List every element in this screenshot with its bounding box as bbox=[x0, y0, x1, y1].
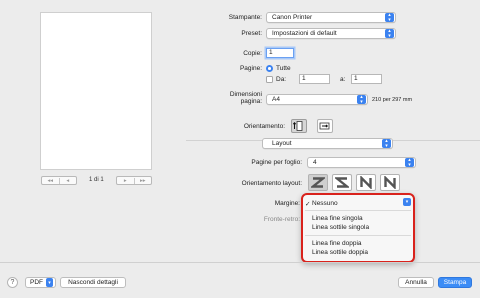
checkmark-icon: ✓ bbox=[305, 201, 311, 208]
layout-z-icon bbox=[311, 177, 325, 188]
pages-per-sheet-popup[interactable]: 4 ▴ ▾ bbox=[307, 157, 416, 168]
layout-direction-label: Orientamento layout: bbox=[241, 180, 302, 187]
border-option-label: Nessuno bbox=[312, 200, 338, 207]
paper-size-label: Dimensioni pagina: bbox=[200, 91, 262, 105]
print-button[interactable]: Stampa bbox=[438, 277, 472, 288]
section-value: Layout bbox=[272, 140, 292, 147]
pages-to-field[interactable]: 1 bbox=[351, 74, 382, 84]
paper-size-value: A4 bbox=[272, 96, 280, 103]
paper-dimensions: 210 per 297 mm bbox=[372, 97, 413, 103]
pages-range-radio[interactable] bbox=[266, 76, 273, 83]
menu-separator bbox=[305, 235, 411, 236]
preset-value: Impostazioni di default bbox=[272, 30, 337, 37]
pages-per-sheet-label: Pagine per foglio: bbox=[251, 159, 302, 166]
layout-s-button[interactable] bbox=[332, 174, 352, 191]
first-page-button[interactable]: ◂◂ bbox=[42, 178, 59, 184]
popup-arrows-icon: ▴ ▾ bbox=[385, 29, 394, 38]
menu-separator bbox=[305, 210, 411, 211]
paper-size-label-line1: Dimensioni bbox=[229, 91, 262, 98]
border-option-single-thin[interactable]: Linea sottile singola bbox=[312, 224, 369, 231]
pages-from-label: Da: bbox=[276, 76, 287, 83]
layout-n-reverse-button[interactable] bbox=[356, 174, 376, 191]
border-label: Margine: bbox=[274, 200, 300, 207]
orientation-portrait-button[interactable] bbox=[291, 119, 307, 133]
popup-arrow-icon: ▾ bbox=[403, 198, 411, 206]
paper-size-label-line2: pagina: bbox=[240, 98, 262, 105]
pdf-label: PDF bbox=[30, 279, 43, 286]
pages-all-radio[interactable] bbox=[266, 65, 273, 72]
page-indicator: 1 di 1 bbox=[89, 177, 104, 183]
preset-popup[interactable]: Impostazioni di default ▴ ▾ bbox=[266, 28, 396, 39]
popup-arrows-icon: ▴ ▾ bbox=[385, 13, 394, 22]
bottom-separator bbox=[0, 262, 480, 263]
pager-back-group[interactable]: ◂◂ ◂ bbox=[41, 176, 77, 185]
pages-from-field[interactable]: 1 bbox=[299, 74, 330, 84]
border-option-double-thin[interactable]: Linea sottile doppia bbox=[312, 249, 368, 256]
layout-n-icon bbox=[384, 176, 396, 189]
printer-label: Stampante: bbox=[228, 14, 262, 21]
popup-arrows-icon: ▴ ▾ bbox=[357, 95, 366, 104]
pages-all-label: Tutte bbox=[276, 65, 291, 72]
hide-details-button[interactable]: Nascondi dettagli bbox=[60, 277, 126, 288]
printer-value: Canon Printer bbox=[272, 14, 313, 21]
orientation-label: Orientamento: bbox=[243, 123, 285, 130]
layout-s-icon bbox=[335, 177, 349, 188]
landscape-orientation-icon bbox=[319, 122, 330, 130]
next-page-button[interactable]: ▸ bbox=[117, 178, 134, 184]
pages-per-sheet-value: 4 bbox=[313, 159, 317, 166]
print-preview-page bbox=[40, 12, 152, 170]
pages-to-label: a: bbox=[340, 76, 346, 83]
previous-page-button[interactable]: ◂ bbox=[58, 177, 77, 184]
last-page-button[interactable]: ▸▸ bbox=[133, 177, 152, 184]
preset-label: Preset: bbox=[241, 30, 262, 37]
chevron-down-icon: ▾ bbox=[46, 278, 53, 287]
paper-size-popup[interactable]: A4 ▴ ▾ bbox=[266, 94, 368, 105]
copies-label: Copie: bbox=[243, 50, 262, 57]
layout-z-button[interactable] bbox=[308, 174, 328, 191]
popup-arrows-icon: ▴ ▾ bbox=[382, 139, 391, 148]
pages-label: Pagine: bbox=[239, 65, 262, 72]
layout-n-button[interactable] bbox=[380, 174, 400, 191]
copies-field[interactable]: 1 bbox=[266, 48, 294, 58]
section-popup[interactable]: Layout ▴ ▾ bbox=[262, 138, 393, 149]
border-dropdown-menu[interactable]: ✓ Nessuno ▾ Linea fine singola Linea sot… bbox=[301, 193, 415, 263]
layout-reverse-n-icon bbox=[360, 176, 372, 189]
help-button[interactable]: ? bbox=[7, 277, 18, 288]
two-sided-label: Fronte-retro: bbox=[263, 216, 300, 223]
pager-forward-group[interactable]: ▸ ▸▸ bbox=[116, 176, 152, 185]
cancel-button[interactable]: Annulla bbox=[398, 277, 434, 288]
border-option-double-hairline[interactable]: Linea fine doppia bbox=[312, 240, 362, 247]
printer-popup[interactable]: Canon Printer ▴ ▾ bbox=[266, 12, 396, 23]
border-option-single-hairline[interactable]: Linea fine singola bbox=[312, 215, 363, 222]
portrait-orientation-icon bbox=[293, 121, 303, 131]
border-option-none[interactable]: ✓ Nessuno bbox=[305, 200, 338, 208]
orientation-landscape-button[interactable] bbox=[317, 119, 333, 133]
pdf-button[interactable]: PDF ▾ bbox=[25, 277, 56, 288]
popup-arrows-icon: ▴ ▾ bbox=[405, 158, 414, 167]
